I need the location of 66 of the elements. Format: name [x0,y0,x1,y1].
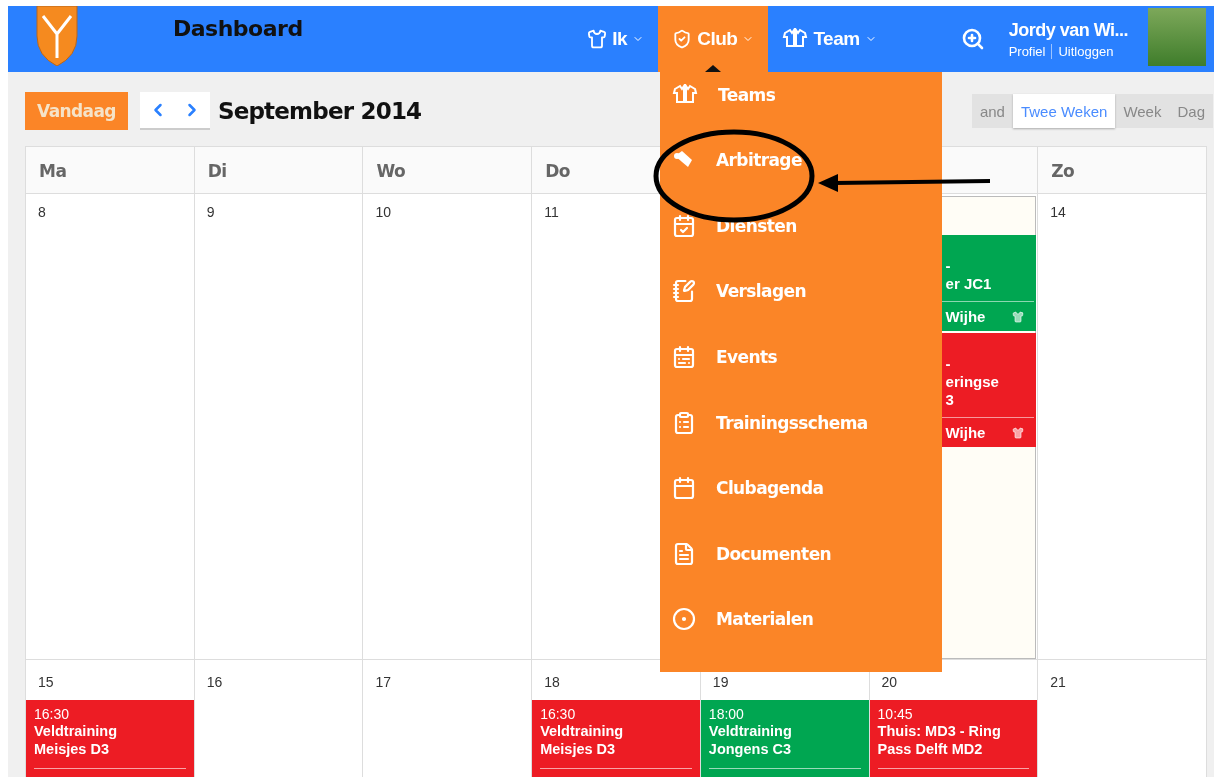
month-title: September 2014 [217,98,422,124]
shield-icon [672,29,693,49]
shirt-icon [1012,310,1025,323]
logout-link[interactable]: Uitloggen [1058,43,1114,59]
day-number: 9 [205,203,216,222]
view-tab[interactable]: Week [1115,94,1170,128]
search-icon [960,27,985,51]
photo-placeholder [1148,8,1206,66]
day-number: 16 [205,673,224,692]
calendar-event[interactable]: 16:30 Veldtraining Meisjes D3 [532,700,700,777]
notepad-pen-icon [672,279,696,304]
view-tab[interactable]: Dag [1169,94,1213,128]
calendar-icon [672,345,696,370]
user-name: Jordy van Wi... [1008,19,1128,41]
day-number: 15 [37,673,55,692]
day-number: 17 [374,673,392,692]
event-time: 18:00 [708,706,745,722]
calendar-icon [672,476,696,501]
calendar-event[interactable]: 10:45 Thuis: MD3 - Ring Pass Delft MD2 [869,700,1038,777]
profile-link[interactable]: Profiel [1008,43,1046,59]
today-button[interactable]: Vandaag [25,92,128,130]
event-location: Wijhe [945,308,986,325]
page-title: Dashboard [173,15,303,43]
shirts-icon [672,83,698,106]
menu-item[interactable]: Clubagenda [660,455,942,521]
event-title: - [945,257,952,275]
event-time: 16:30 [34,706,71,722]
event-title: Veldtraining Jongens C3 [708,722,793,758]
event-title: Veldtraining Meisjes D3 [34,722,118,758]
clipboard-list-icon [672,410,696,435]
menu-item[interactable]: Documenten [660,520,942,587]
event-title: - [945,355,952,373]
calendar-event[interactable]: 16:30 Veldtraining Meisjes D3 [26,700,194,777]
day-number: 10 [374,203,392,222]
event-title: eringse [945,373,1000,391]
club-logo [35,6,79,66]
calendar-event[interactable]: 18:00 Veldtraining Jongens C3 [700,700,869,777]
weekday-header: Wo [363,146,533,194]
view-tab[interactable]: and [971,94,1013,128]
menu-item[interactable]: Materialen [660,586,942,653]
weekday-header: Ma [26,146,195,194]
nav-tab[interactable]: Ik [573,6,659,72]
day-number: 18 [543,673,561,692]
calendar-check-icon [672,213,696,238]
day-number: 21 [1049,673,1067,692]
circle-icon [672,607,696,632]
weekday-header: Zo [1038,146,1207,194]
day-number: 19 [711,673,730,692]
day-number: 11 [543,203,560,222]
day-number: 8 [37,203,47,222]
day-number: 20 [880,673,899,692]
document-icon [672,541,696,566]
nav-tab[interactable]: Club [658,6,769,72]
event-location: Wijhe [945,424,986,441]
event-time: 16:30 [540,706,577,722]
event-title: 3 [945,391,955,409]
day-number: 14 [1049,203,1067,222]
shirts-icon [782,28,809,50]
shirt-icon [1012,426,1025,439]
event-title: Veldtraining Meisjes D3 [540,722,625,758]
weekday-header: Di [194,146,364,194]
event-title: Thuis: MD3 - Ring Pass Delft MD2 [877,722,1002,758]
event-title: er JC1 [945,275,993,293]
view-tab[interactable]: Twee Weken [1012,94,1116,128]
event-time: 10:45 [877,706,914,722]
shirt-icon [587,29,608,49]
